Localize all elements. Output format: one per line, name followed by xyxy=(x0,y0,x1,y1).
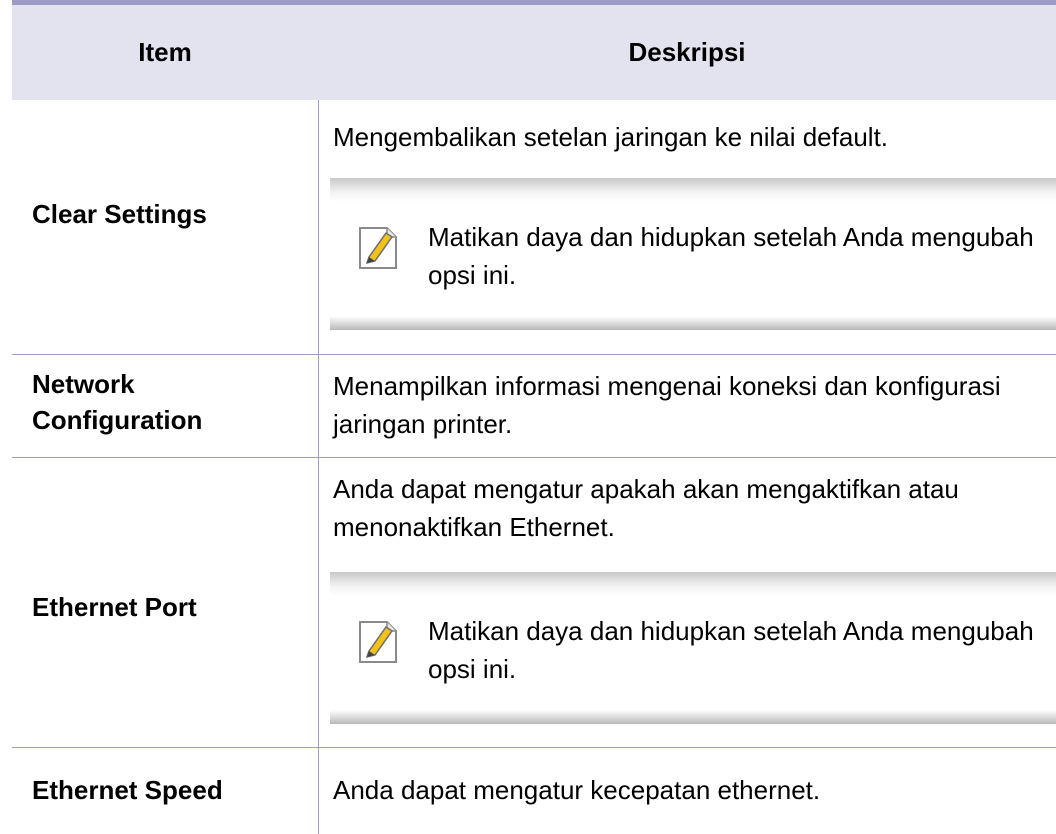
item-clear-settings: Clear Settings xyxy=(32,199,207,229)
note-band-top xyxy=(330,178,1056,202)
row-divider xyxy=(12,747,1056,748)
note-box: Matikan daya dan hidupkan setelah Anda m… xyxy=(330,572,1056,724)
header-item: Item xyxy=(138,37,192,67)
description-ethernet-port: Anda dapat mengatur apakah akan mengakti… xyxy=(333,474,959,542)
note-box: Matikan daya dan hidupkan setelah Anda m… xyxy=(330,178,1056,330)
row-divider xyxy=(12,354,1056,355)
item-ethernet-speed: Ethernet Speed xyxy=(32,775,223,805)
note-text-ethernet-port: Matikan daya dan hidupkan setelah Anda m… xyxy=(428,616,1034,684)
description-clear-settings: Mengembalikan setelan jaringan ke nilai … xyxy=(333,122,889,152)
item-network-configuration: Network Configuration xyxy=(32,369,203,435)
settings-table: Item Deskripsi Clear Settings Mengembali… xyxy=(0,0,1056,834)
note-band-top xyxy=(330,572,1056,596)
description-network-configuration: Menampilkan informasi mengenai koneksi d… xyxy=(333,371,1001,439)
description-ethernet-speed: Anda dapat mengatur kecepatan ethernet. xyxy=(333,775,821,805)
note-pencil-icon xyxy=(357,619,399,665)
row-divider xyxy=(12,457,1056,458)
item-ethernet-port: Ethernet Port xyxy=(32,592,197,622)
header-description: Deskripsi xyxy=(628,37,746,67)
note-pencil-icon xyxy=(357,225,399,271)
table-header: Item Deskripsi xyxy=(12,5,1056,100)
note-text-clear-settings: Matikan daya dan hidupkan setelah Anda m… xyxy=(428,222,1034,290)
column-divider xyxy=(318,100,319,834)
note-band-bottom xyxy=(330,710,1056,724)
note-band-bottom xyxy=(330,316,1056,330)
